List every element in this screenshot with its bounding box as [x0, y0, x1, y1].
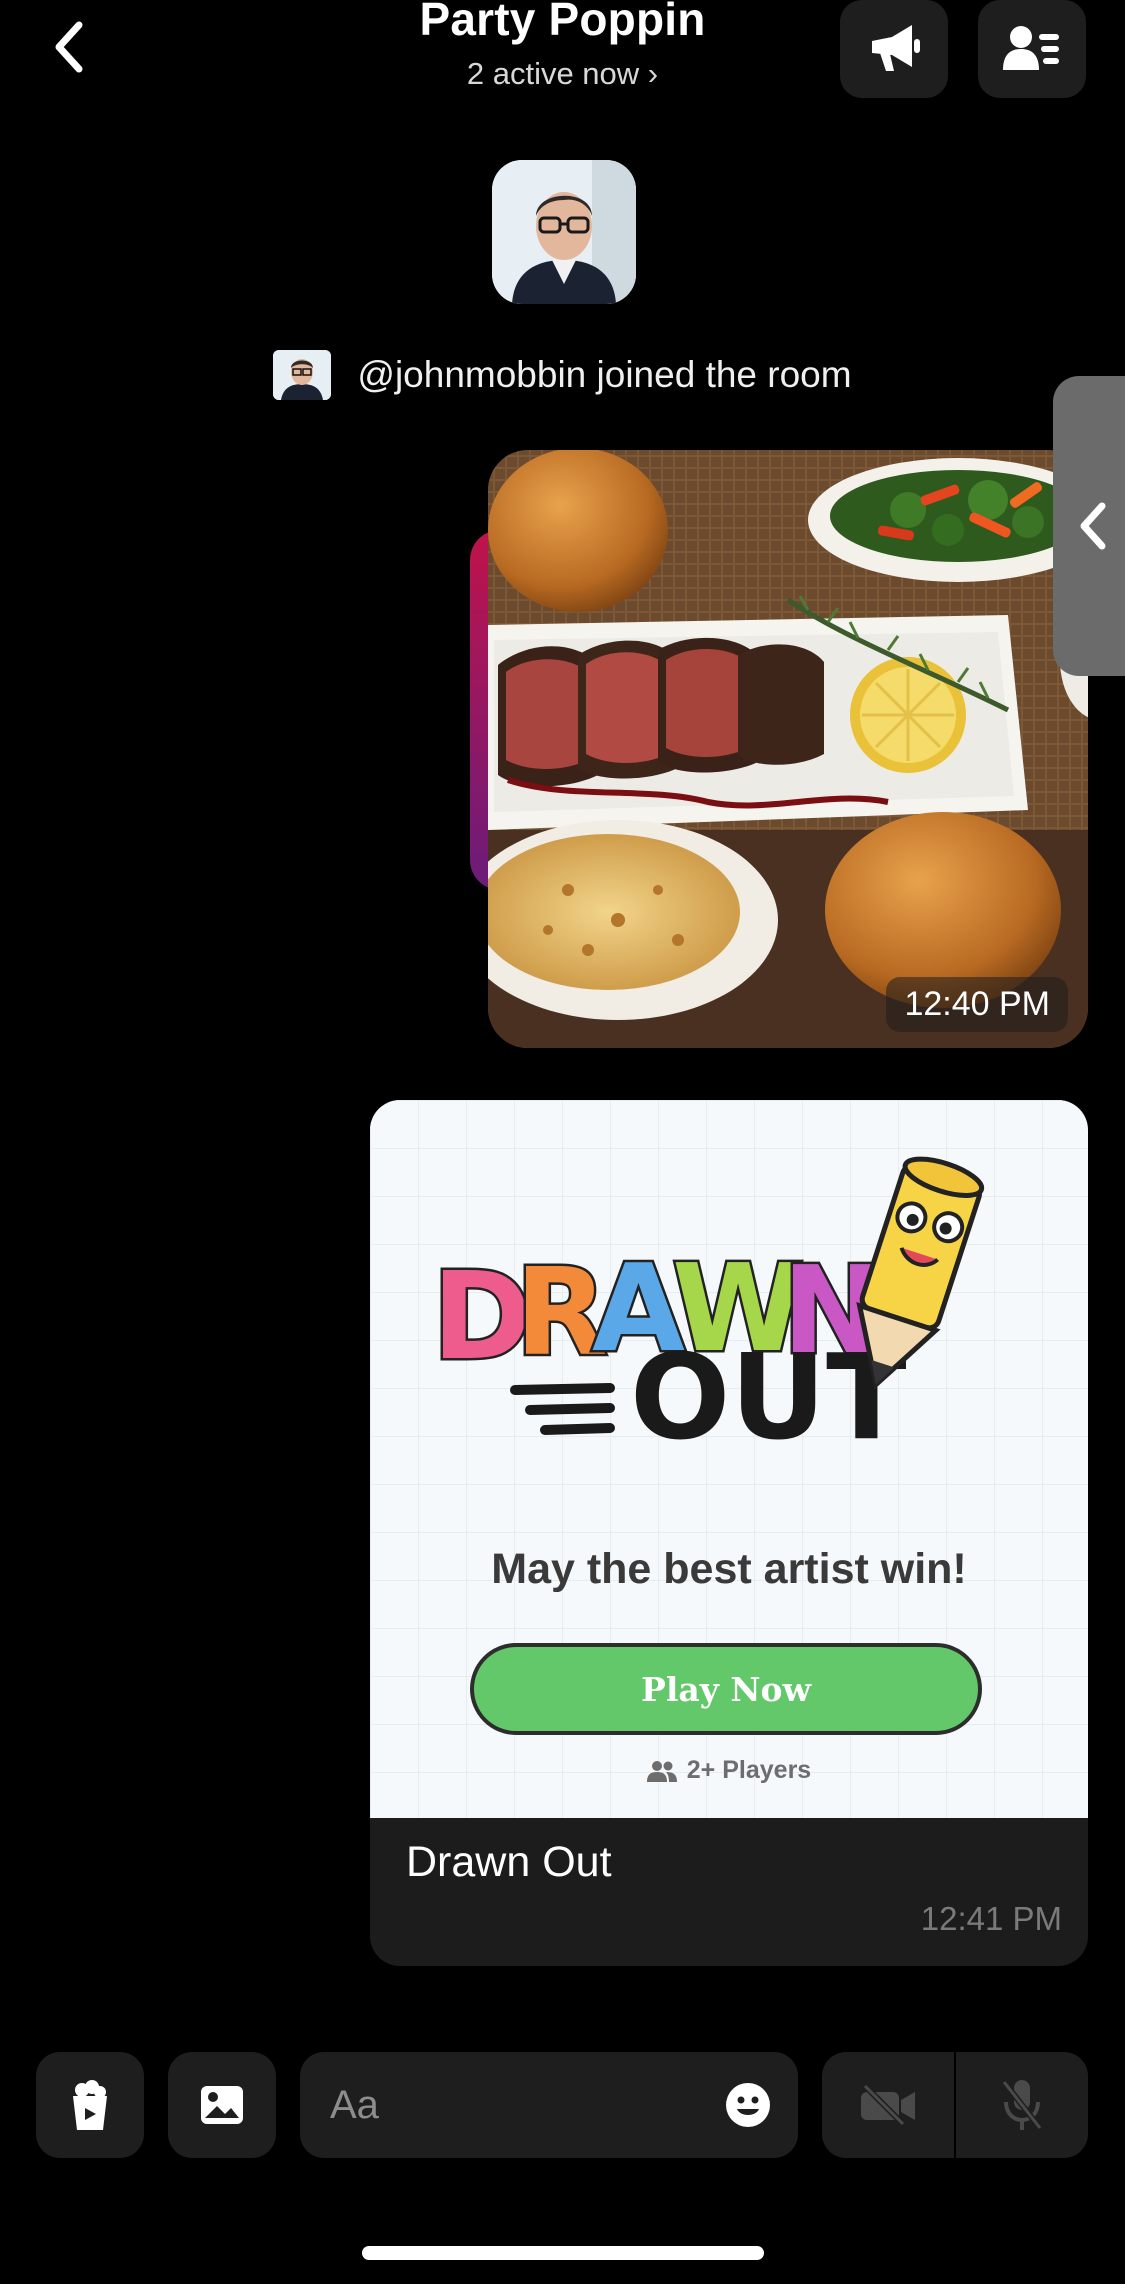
mic-off-icon: [1001, 2080, 1043, 2130]
emoji-icon[interactable]: [724, 2081, 772, 2129]
active-now-link[interactable]: 2 active now ›: [0, 56, 1125, 92]
players-label: 2+ Players: [686, 1756, 812, 1784]
game-card-banner: D R A W N OUT May the best artist win! P…: [370, 1100, 1088, 1818]
game-invite-card[interactable]: D R A W N OUT May the best artist win! P…: [370, 1100, 1088, 1966]
join-message: @johnmobbin joined the room: [357, 354, 852, 395]
av-controls: [822, 2052, 1088, 2158]
video-toggle-button[interactable]: [822, 2052, 954, 2158]
popcorn-cup-icon: [73, 2080, 107, 2130]
members-list-icon: [1003, 26, 1059, 70]
mic-toggle-button[interactable]: [956, 2052, 1088, 2158]
room-avatar[interactable]: [492, 160, 636, 304]
avatar[interactable]: [273, 350, 332, 400]
image-button[interactable]: [168, 2052, 276, 2158]
people-icon: [646, 1760, 677, 1782]
page-title: Party Poppin: [419, 0, 706, 45]
video-off-icon: [861, 2084, 915, 2126]
side-panel-handle[interactable]: [1053, 376, 1125, 676]
food-photo: [488, 450, 1088, 1048]
logo-word-out: OUT: [630, 1328, 907, 1460]
game-tagline: May the best artist win!: [491, 1545, 967, 1593]
message-timestamp: 12:41 PM: [920, 1900, 1062, 1937]
members-button[interactable]: [978, 0, 1086, 98]
photo-message[interactable]: 12:40 PM: [488, 450, 1088, 1048]
join-notice: @johnmobbin joined the room: [0, 350, 1125, 400]
play-now-button[interactable]: Play Now: [470, 1643, 982, 1735]
announce-button[interactable]: [840, 0, 948, 98]
image-icon: [201, 2086, 243, 2124]
popcorn-button[interactable]: [36, 2052, 144, 2158]
message-input-placeholder: Aa: [330, 2082, 379, 2127]
players-count: 2+ Players: [370, 1756, 1088, 1785]
megaphone-icon: [872, 25, 920, 71]
game-title: Drawn Out: [406, 1838, 612, 1886]
message-input[interactable]: Aa: [300, 2052, 798, 2158]
chevron-left-icon: [1080, 502, 1106, 550]
message-timestamp: 12:40 PM: [886, 977, 1068, 1032]
home-indicator[interactable]: [362, 2246, 764, 2260]
drawn-out-logo: D R A W N OUT: [430, 1156, 985, 1460]
